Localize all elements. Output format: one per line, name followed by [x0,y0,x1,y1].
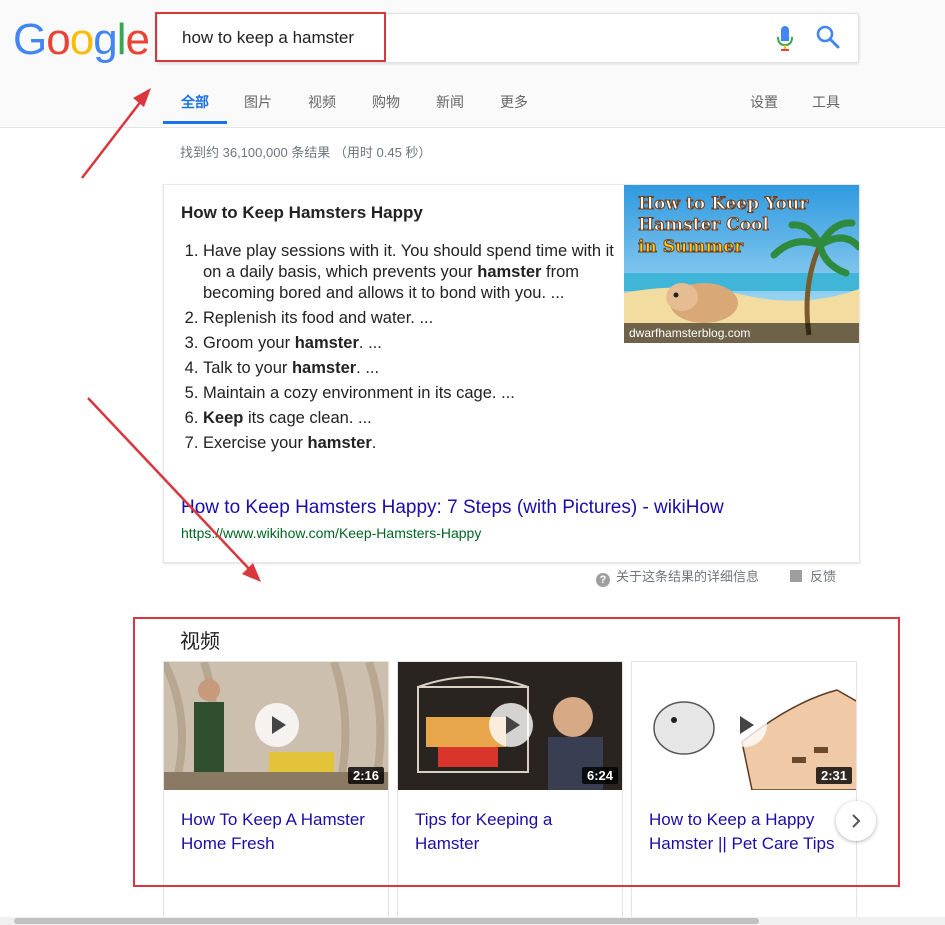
image-title-line: How to Keep Your [638,194,809,214]
snippet-step: Maintain a cozy environment in its cage.… [203,383,623,404]
step-text: Maintain a cozy environment in its cage.… [203,384,515,402]
logo-letter: e [125,15,150,64]
step-text: . [371,434,377,452]
search-icon[interactable] [815,24,841,50]
step-text: . ... [356,359,380,377]
image-title-line: Hamster Cool [638,215,769,235]
logo-letter: g [93,15,118,64]
search-input[interactable] [180,26,724,50]
featured-snippet: How to Keep Hamsters Happy Have play ses… [163,184,860,563]
chevron-right-icon [852,814,861,828]
image-title-line: in Summer [638,237,744,257]
video-card[interactable]: 2:16 How To Keep A Hamster Home Fresh [163,661,389,925]
snippet-step: Replenish its food and water. ... [203,308,623,329]
step-text: . ... [358,334,382,352]
logo-letter: o [69,15,95,64]
snippet-image[interactable]: How to Keep Your Hamster Cool in Summer … [624,185,859,343]
video-duration: 6:24 [581,767,618,784]
image-caption: dwarfhamsterblog.com [624,323,859,343]
google-logo[interactable]: Google [13,14,150,66]
video-thumbnail: 2:31 [632,662,856,790]
result-stats: 找到约 36,100,000 条结果 （用时 0.45 秒） [180,145,432,160]
tab-shopping[interactable]: 购物 [372,92,400,112]
tab-more[interactable]: 更多 [500,92,528,112]
horizontal-scrollbar[interactable] [0,917,945,925]
tab-settings[interactable]: 设置 [750,92,778,112]
step-bold-text: hamster [294,334,359,352]
header-bar: Google 全部 图片 视频 购物 新闻 更多 设置 工具 [0,0,945,128]
snippet-step: Talk to your hamster. ... [203,358,623,379]
feedback-icon [790,570,802,582]
help-icon: ? [596,573,610,587]
video-title[interactable]: Tips for Keeping a Hamster [415,808,610,856]
snippet-steps-list: Have play sessions with it. You should s… [181,241,623,458]
step-text: its cage clean. ... [243,409,372,427]
video-card[interactable]: 6:24 Tips for Keeping a Hamster [397,661,623,925]
about-result-label: 关于这条结果的详细信息 [616,569,760,584]
active-tab-indicator [163,121,227,124]
video-duration: 2:16 [347,767,384,784]
step-text: Replenish its food and water. ... [203,309,434,327]
videos-heading: 视频 [180,631,220,653]
video-title[interactable]: How To Keep A Hamster Home Fresh [181,808,376,856]
step-text: Talk to your [203,359,292,377]
step-bold-text: hamster [307,434,372,452]
step-bold-text: Keep [203,409,244,427]
logo-letter: o [46,15,71,64]
tab-videos[interactable]: 视频 [308,92,336,112]
about-result-link[interactable]: ? 关于这条结果的详细信息 [596,566,759,587]
search-box [157,13,859,63]
search-tabs: 全部 图片 视频 购物 新闻 更多 设置 工具 [163,82,945,127]
snippet-result-link[interactable]: How to Keep Hamsters Happy: 7 Steps (wit… [181,497,724,519]
logo-letter: G [13,15,47,64]
feedback-label: 反馈 [810,569,837,584]
video-card[interactable]: 2:31 How to Keep a Happy Hamster || Pet … [631,661,857,925]
video-title[interactable]: How to Keep a Happy Hamster || Pet Care … [649,808,844,856]
snippet-step: Have play sessions with it. You should s… [203,241,623,304]
step-bold-text: hamster [477,263,542,281]
play-icon[interactable] [489,703,533,747]
play-icon[interactable] [723,703,767,747]
step-text: Exercise your [203,434,308,452]
tab-news[interactable]: 新闻 [436,92,464,112]
snippet-title: How to Keep Hamsters Happy [181,203,423,222]
video-thumbnail: 2:16 [164,662,388,790]
microphone-icon[interactable] [773,24,797,52]
video-thumbnail: 6:24 [398,662,622,790]
tab-tools[interactable]: 工具 [812,92,840,112]
tab-all[interactable]: 全部 [181,92,209,112]
step-bold-text: hamster [291,359,357,377]
play-icon[interactable] [255,703,299,747]
scrollbar-thumb[interactable] [14,918,759,924]
snippet-step: Exercise your hamster. [203,433,623,454]
summer-hamster-illustration: How to Keep Your Hamster Cool in Summer [624,185,859,343]
video-duration: 2:31 [815,767,852,784]
snippet-step: Keep its cage clean. ... [203,408,623,429]
feedback-link[interactable]: 反馈 [790,566,836,585]
carousel-next-button[interactable] [836,801,876,841]
snippet-step: Groom your hamster. ... [203,333,623,354]
logo-letter: l [116,15,127,64]
tab-images[interactable]: 图片 [244,92,272,112]
snippet-url: https://www.wikihow.com/Keep-Hamsters-Ha… [181,525,482,541]
step-text: Groom your [203,334,295,352]
